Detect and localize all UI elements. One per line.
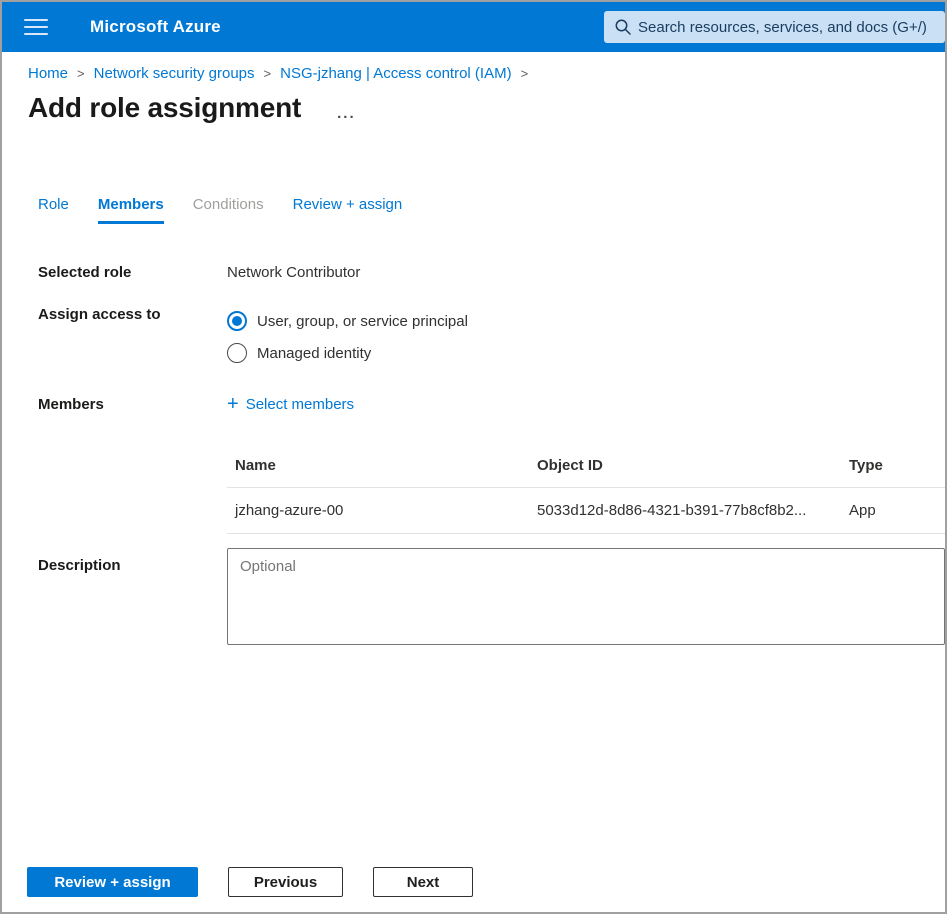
column-header-type: Type [849, 457, 945, 474]
footer-actions: Review + assign Previous Next [27, 867, 473, 897]
brand-title[interactable]: Microsoft Azure [90, 17, 221, 37]
selected-role-label: Selected role [2, 264, 227, 281]
tab-members[interactable]: Members [98, 196, 164, 224]
more-options-icon[interactable]: ... [337, 105, 356, 122]
description-label: Description [2, 548, 227, 574]
table-row: jzhang-azure-00 5033d12d-8d86-4321-b391-… [227, 488, 945, 534]
select-members-link[interactable]: + Select members [227, 396, 354, 413]
member-type-cell: App [849, 502, 945, 519]
tab-bar: Role Members Conditions Review + assign [38, 196, 945, 224]
select-members-label: Select members [246, 396, 354, 413]
review-assign-button[interactable]: Review + assign [27, 867, 198, 897]
assign-access-label: Assign access to [2, 306, 227, 323]
breadcrumb-separator: > [264, 66, 272, 81]
plus-icon: + [227, 397, 239, 412]
description-textarea[interactable] [227, 548, 945, 645]
column-header-name: Name [227, 457, 537, 474]
members-label: Members [2, 396, 227, 413]
previous-button[interactable]: Previous [228, 867, 343, 897]
member-name-cell: jzhang-azure-00 [227, 502, 537, 519]
selected-role-value: Network Contributor [227, 264, 360, 281]
search-icon [614, 18, 632, 36]
breadcrumb-nsg-access-control[interactable]: NSG-jzhang | Access control (IAM) [280, 65, 511, 82]
member-object-id-cell: 5033d12d-8d86-4321-b391-77b8cf8b2... [537, 502, 849, 519]
selected-role-row: Selected role Network Contributor [2, 264, 945, 282]
breadcrumb-separator: > [77, 66, 85, 81]
breadcrumb-home[interactable]: Home [28, 65, 68, 82]
hamburger-menu-icon[interactable] [24, 19, 48, 35]
tab-role[interactable]: Role [38, 196, 69, 224]
tab-conditions[interactable]: Conditions [193, 196, 264, 224]
radio-user-group-service-principal[interactable]: User, group, or service principal [227, 306, 945, 336]
members-row: Members + Select members Name Object ID … [2, 396, 945, 534]
column-header-object-id: Object ID [537, 457, 849, 474]
breadcrumb-network-security-groups[interactable]: Network security groups [94, 65, 255, 82]
page-title: Add role assignment [28, 92, 301, 124]
radio-managed-identity[interactable]: Managed identity [227, 338, 945, 368]
breadcrumb: Home > Network security groups > NSG-jzh… [28, 65, 945, 82]
members-table-header: Name Object ID Type [227, 443, 945, 488]
description-row: Description [2, 548, 945, 650]
tab-review-assign[interactable]: Review + assign [293, 196, 403, 224]
radio-selected-icon[interactable] [227, 311, 247, 331]
top-bar: Microsoft Azure [2, 2, 945, 52]
assign-access-row: Assign access to User, group, or service… [2, 306, 945, 368]
next-button[interactable]: Next [373, 867, 473, 897]
search-input[interactable] [604, 11, 945, 43]
azure-portal-window: Microsoft Azure Home > Network security … [0, 0, 947, 914]
members-table: Name Object ID Type jzhang-azure-00 5033… [227, 443, 945, 534]
global-search [604, 11, 945, 43]
breadcrumb-separator: > [521, 66, 529, 81]
radio-unselected-icon[interactable] [227, 343, 247, 363]
